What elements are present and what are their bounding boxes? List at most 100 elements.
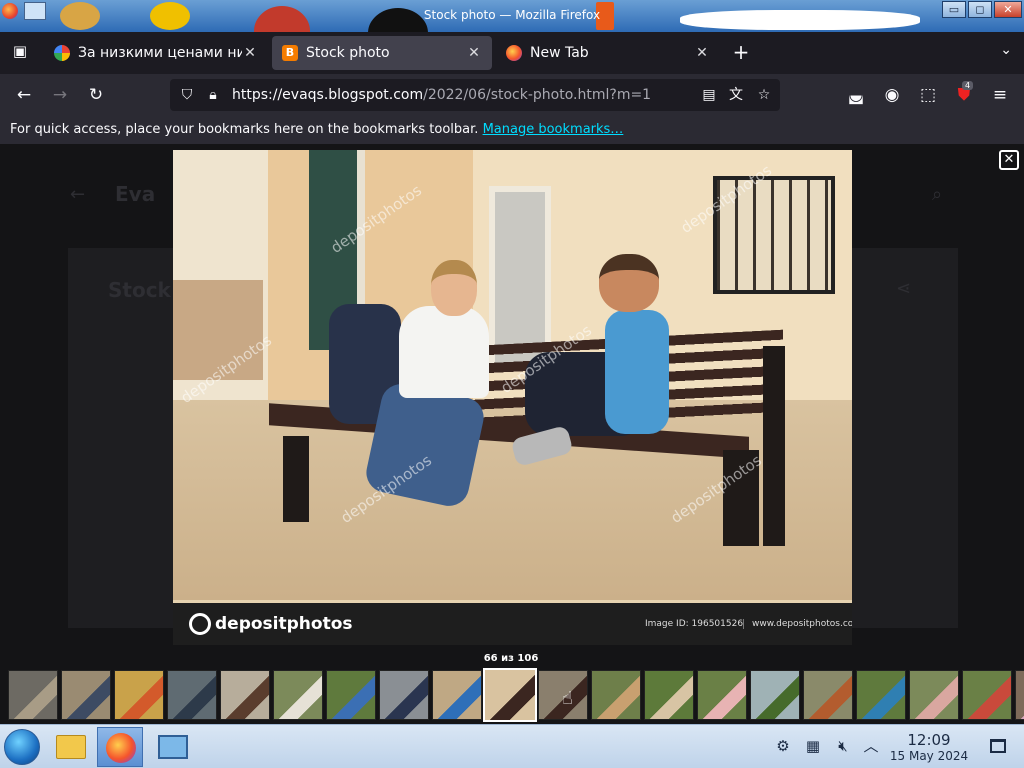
thumbnail[interactable] <box>697 670 747 720</box>
thumbnail[interactable] <box>432 670 482 720</box>
thumbnail[interactable] <box>273 670 323 720</box>
back-arrow-icon[interactable]: ← <box>12 83 36 107</box>
thumbnail[interactable] <box>167 670 217 720</box>
photo-boy-right <box>599 254 659 312</box>
translate-icon[interactable]: 文 <box>727 86 745 104</box>
tab-title: New Tab <box>530 45 589 61</box>
forward-arrow-icon[interactable]: → <box>48 83 72 107</box>
blog-header: Eva <box>115 182 156 206</box>
extensions-icon[interactable]: ⬚ <box>916 83 940 107</box>
tab-new-tab[interactable]: New Tab ✕ <box>496 36 720 70</box>
shield-icon[interactable]: ⛉ <box>178 86 196 104</box>
hand-cursor-icon: ☝ <box>562 688 573 709</box>
url-text[interactable]: https://evaqs.blogspot.com/2022/06/stock… <box>232 87 651 103</box>
taskbar-control-panel[interactable] <box>150 727 196 767</box>
tab-title: За низкими ценами ни <box>78 45 242 61</box>
thumbnail[interactable] <box>750 670 800 720</box>
start-button[interactable] <box>4 729 40 765</box>
thumbnail[interactable] <box>8 670 58 720</box>
show-desktop-icon[interactable] <box>990 739 1006 753</box>
page-content: ← Eva ⌕ Stock ⋖ ✕ depositphotos depositp… <box>0 144 1024 724</box>
thumbnail[interactable] <box>220 670 270 720</box>
window-controls: ▭ ◻ ✕ <box>942 1 1022 18</box>
folder-icon <box>56 735 86 759</box>
search-icon: ⌕ <box>932 184 943 205</box>
post-title: Stock <box>108 278 171 302</box>
tab-stock-photo[interactable]: B Stock photo ✕ <box>272 36 492 70</box>
close-tab-icon[interactable]: ✕ <box>694 45 710 61</box>
clock-date: 15 May 2024 <box>889 749 969 763</box>
new-tab-plus-icon[interactable]: + <box>728 40 754 66</box>
image-id: Image ID: 196501526 <box>645 619 744 629</box>
url-host: https://evaqs.blogspot.com <box>232 87 424 103</box>
bookmarks-hint: For quick access, place your bookmarks h… <box>10 122 479 137</box>
taskbar-firefox[interactable] <box>97 727 143 767</box>
thumbnail[interactable] <box>114 670 164 720</box>
depositphotos-logo: depositphotos <box>189 613 353 635</box>
taskbar: ⚙ ▦ 🔇︎ ︿ 12:09 15 May 2024 <box>0 724 1024 768</box>
tab-strip: ▣ За низкими ценами ни ✕ B Stock photo ✕… <box>0 32 1024 74</box>
lightbox-close-icon[interactable]: ✕ <box>999 150 1019 170</box>
back-arrow-icon: ← <box>70 184 86 205</box>
close-tab-icon[interactable]: ✕ <box>466 45 482 61</box>
lightbox-photo: depositphotos depositphotos depositphoto… <box>173 150 852 645</box>
photo-boy-right <box>605 310 669 434</box>
thumbnail[interactable] <box>962 670 1012 720</box>
thumbnail[interactable] <box>379 670 429 720</box>
url-path: /2022/06/stock-photo.html?m=1 <box>423 87 652 103</box>
list-all-tabs-icon[interactable]: ▣ <box>8 42 32 64</box>
share-icon: ⋖ <box>896 278 912 299</box>
thumbnail-active[interactable] <box>483 668 537 722</box>
bookmark-star-icon[interactable]: ☆ <box>755 86 773 104</box>
photo-boy-left <box>431 260 477 316</box>
photo-bench-leg <box>763 346 785 546</box>
site-url: www.depositphotos.com <box>743 619 852 629</box>
thumbnail[interactable] <box>61 670 111 720</box>
thumbnail[interactable] <box>909 670 959 720</box>
photo-bench-leg <box>283 436 309 522</box>
volume-muted-icon[interactable]: 🔇︎ <box>834 737 852 755</box>
system-clock[interactable]: 12:09 15 May 2024 <box>886 731 972 763</box>
monitor-icon <box>158 735 188 759</box>
window-titlebar: Stock photo — Mozilla Firefox ▭ ◻ ✕ <box>0 0 1024 32</box>
photo-footer: depositphotos Image ID: 196501526 www.de… <box>173 603 852 645</box>
window-title: Stock photo — Mozilla Firefox <box>423 8 601 22</box>
network-icon[interactable]: ⚙ <box>774 737 792 755</box>
bookmarks-toolbar: For quick access, place your bookmarks h… <box>0 116 1024 144</box>
pocket-icon[interactable]: ◛ <box>844 83 868 107</box>
photo-boy-left <box>399 306 489 398</box>
tab-google[interactable]: За низкими ценами ни ✕ <box>44 36 268 70</box>
taskbar-file-manager[interactable] <box>48 727 94 767</box>
close-window-button[interactable]: ✕ <box>994 1 1022 18</box>
clipboard-icon[interactable]: ▦ <box>804 737 822 755</box>
menu-icon[interactable]: ≡ <box>988 83 1012 107</box>
firefox-icon <box>106 733 136 763</box>
firefox-icon <box>506 45 522 61</box>
url-bar[interactable]: ⛉ 🔒︎ https://evaqs.blogspot.com/2022/06/… <box>170 79 780 111</box>
blogger-icon: B <box>282 45 298 61</box>
maximize-button[interactable]: ◻ <box>968 1 992 18</box>
thumbnail[interactable] <box>803 670 853 720</box>
close-tab-icon[interactable]: ✕ <box>242 45 258 61</box>
thumbnail[interactable] <box>591 670 641 720</box>
account-icon[interactable]: ◉ <box>880 83 904 107</box>
brand-name: depositphotos <box>215 614 353 634</box>
lock-icon[interactable]: 🔒︎ <box>204 86 222 104</box>
manage-bookmarks-link[interactable]: Manage bookmarks… <box>483 122 624 137</box>
thumbnail[interactable] <box>856 670 906 720</box>
thumbnail[interactable] <box>326 670 376 720</box>
minimize-button[interactable]: ▭ <box>942 1 966 18</box>
clock-time: 12:09 <box>907 731 951 749</box>
chevron-down-icon[interactable]: ⌄ <box>1000 42 1012 58</box>
tab-title: Stock photo <box>306 45 390 61</box>
google-icon <box>54 45 70 61</box>
depositphotos-logo-icon <box>189 613 211 635</box>
navigation-toolbar: ← → ↻ ⛉ 🔒︎ https://evaqs.blogspot.com/20… <box>0 74 1024 116</box>
thumbnail[interactable] <box>1015 670 1024 720</box>
photo-counter: 66 из 106 <box>483 653 539 664</box>
tray-expand-icon[interactable]: ︿ <box>862 737 880 755</box>
thumbnail[interactable] <box>644 670 694 720</box>
reload-icon[interactable]: ↻ <box>84 83 108 107</box>
reader-view-icon[interactable]: ▤ <box>700 86 718 104</box>
thumbnail-strip <box>0 668 1024 722</box>
